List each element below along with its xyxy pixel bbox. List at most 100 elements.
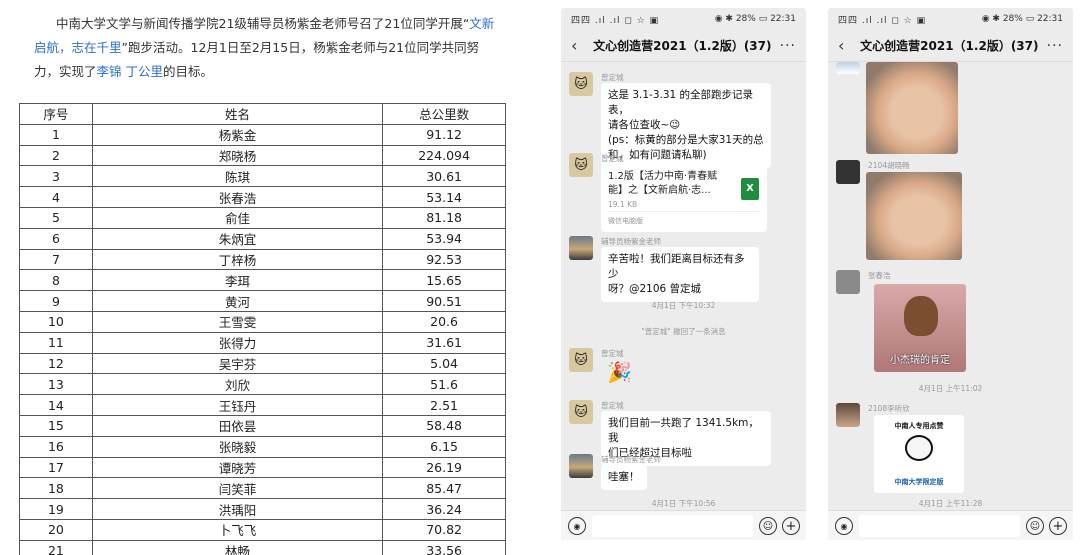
avatar[interactable]: [836, 62, 860, 74]
jerry-sticker[interactable]: 小杰瑞的肯定: [874, 284, 966, 372]
sender-name: 曾定城: [601, 154, 624, 163]
message-bubble[interactable]: 辛苦啦！我们距离目标还有多少 呀？@2106 曾定城: [601, 247, 759, 302]
emoji-icon[interactable]: ☺: [1026, 517, 1044, 535]
message-line: (ps：标黄的部分是大家31天的总: [608, 134, 764, 146]
voice-icon[interactable]: ◉: [568, 517, 586, 535]
chat-header: ‹ 文心创造营2021（1.2版）(37) ···: [828, 30, 1073, 62]
message-line: 这是 3.1-3.31 的全部跑步记录表，: [608, 89, 754, 116]
table-row: 2 郑晓杨 224.094: [19, 144, 506, 167]
message-bubble[interactable]: 这是 3.1-3.31 的全部跑步记录表， 请各位查收~😉 (ps：标黄的部分是…: [601, 83, 771, 168]
party-sticker-icon[interactable]: 🎉: [607, 360, 632, 384]
file-name-line: 1.2版【活力中南·青春赋: [608, 171, 718, 182]
table-row: 11 张得力 31.61: [19, 331, 506, 354]
cell-name: 朱炳宜: [91, 227, 384, 250]
sender-name: 2104胡晓畅: [868, 161, 910, 170]
status-bar: 四四 .ıl .ıl ◻ ☆ ▣ ◉ ✱ 28% ▭ 22:31: [561, 8, 806, 30]
more-icon[interactable]: ···: [780, 38, 796, 54]
message-bubble[interactable]: 哇塞！: [601, 465, 647, 490]
cell-name: 卜飞飞: [91, 518, 384, 541]
cell-km: 81.18: [382, 206, 506, 229]
cell-name: 田依昙: [91, 414, 384, 437]
cell-index: 8: [19, 269, 93, 292]
more-icon[interactable]: ···: [1047, 38, 1063, 54]
avatar[interactable]: 🐱: [569, 153, 593, 177]
table-row: 10 王雪雯 20.6: [19, 310, 506, 333]
cell-name: 谭晓芳: [91, 456, 384, 479]
emoji-icon[interactable]: ☺: [759, 517, 777, 535]
jerry-face-icon: [904, 296, 938, 336]
cell-name: 郑晓杨: [91, 144, 384, 167]
avatar[interactable]: [569, 236, 593, 260]
sender-name: 曾定城: [601, 349, 624, 358]
back-icon[interactable]: ‹: [838, 36, 852, 55]
avatar[interactable]: [836, 270, 860, 294]
cell-km: 92.53: [382, 248, 506, 271]
excel-file-icon: X: [741, 178, 759, 200]
cell-index: 7: [19, 248, 93, 271]
plus-icon[interactable]: +: [1049, 517, 1067, 535]
avatar[interactable]: [836, 160, 860, 184]
avatar[interactable]: [836, 403, 860, 427]
cell-name: 丁梓杨: [91, 248, 384, 271]
cell-index: 12: [19, 352, 93, 375]
panda-face-icon: [905, 435, 933, 461]
cell-km: 224.094: [382, 144, 506, 167]
cell-index: 17: [19, 456, 93, 479]
avatar[interactable]: [569, 454, 593, 478]
intro-suffix: 的目标。: [163, 64, 214, 79]
cell-km: 53.94: [382, 227, 506, 250]
cell-name: 陈琪: [91, 165, 384, 188]
cell-index: 9: [19, 290, 93, 312]
file-card[interactable]: 1.2版【活力中南·青春赋 能】之【文新启航·志... 19.1 KB X 微信…: [601, 164, 767, 232]
avatar[interactable]: 🐱: [569, 72, 593, 96]
sender-name: 张春浩: [868, 271, 891, 280]
sender-name: 2108李听欣: [868, 404, 910, 413]
voice-icon[interactable]: ◉: [835, 517, 853, 535]
cell-index: 1: [19, 123, 93, 146]
cell-index: 20: [19, 518, 93, 541]
status-right: ◉ ✱ 28% ▭ 22:31: [981, 14, 1063, 24]
chat-screen-1: 四四 .ıl .ıl ◻ ☆ ▣ ◉ ✱ 28% ▭ 22:31 ‹ 文心创造营…: [561, 8, 806, 540]
plus-icon[interactable]: +: [782, 517, 800, 535]
avatar[interactable]: 🐱: [569, 348, 593, 372]
cell-index: 18: [19, 477, 93, 500]
avatar[interactable]: 🐱: [569, 400, 593, 424]
table-row: 1 杨紫金 91.12: [19, 123, 506, 146]
mileage-table: 序号 姓名 总公里数 1 杨紫金 91.12 2 郑晓杨 224.094 3 陈琪 30.61 4…: [19, 103, 506, 555]
sender-name: 曾定城: [601, 73, 624, 82]
message-input[interactable]: [592, 515, 753, 537]
panda-sticker[interactable]: 中南人专用点赞 中南大学限定版: [874, 415, 964, 493]
chat-screen-2: 四四 .ıl .ıl ◻ ☆ ▣ ◉ ✱ 28% ▭ 22:31 ‹ 文心创造营…: [828, 8, 1073, 540]
intro-link-li[interactable]: 李锦: [97, 64, 122, 79]
table-row: 20 卜飞飞 70.82: [19, 518, 506, 541]
cell-km: 85.47: [382, 477, 506, 500]
message-line: 我们目前一共跑了 1341.5km，我: [608, 417, 759, 444]
cell-km: 31.61: [382, 331, 506, 354]
input-bar: ◉ ☺ +: [561, 510, 806, 540]
cell-index: 4: [19, 186, 93, 208]
status-right: ◉ ✱ 28% ▭ 22:31: [714, 14, 796, 24]
cell-km: 51.6: [382, 373, 506, 396]
cell-name: 俞佳: [91, 206, 384, 229]
table-row: 21 林畅 33.56: [19, 539, 506, 555]
cell-name: 张得力: [91, 331, 384, 354]
cell-name: 王钰丹: [91, 394, 384, 416]
message-line: 呀？@2106 曾定城: [608, 283, 702, 295]
cell-km: 58.48: [382, 414, 506, 437]
thumbs-up-sticker[interactable]: [866, 172, 962, 260]
cell-km: 26.19: [382, 456, 506, 479]
file-name-line: 能】之【文新启航·志...: [608, 185, 711, 196]
table-row: 4 张春浩 53.14: [19, 186, 506, 208]
cell-name: 闫笑菲: [91, 477, 384, 500]
thumbs-up-sticker[interactable]: [866, 62, 958, 154]
cell-km: 33.56: [382, 539, 506, 555]
cell-km: 5.04: [382, 352, 506, 375]
file-source: 微信电脑版: [608, 211, 760, 228]
message-line: 请各位查收~😉: [608, 119, 681, 131]
back-icon[interactable]: ‹: [571, 36, 585, 55]
table-row: 7 丁梓杨 92.53: [19, 248, 506, 271]
cell-index: 16: [19, 435, 93, 458]
message-input[interactable]: [859, 515, 1020, 537]
cell-index: 14: [19, 394, 93, 416]
intro-link-km[interactable]: 丁公里: [126, 64, 164, 79]
